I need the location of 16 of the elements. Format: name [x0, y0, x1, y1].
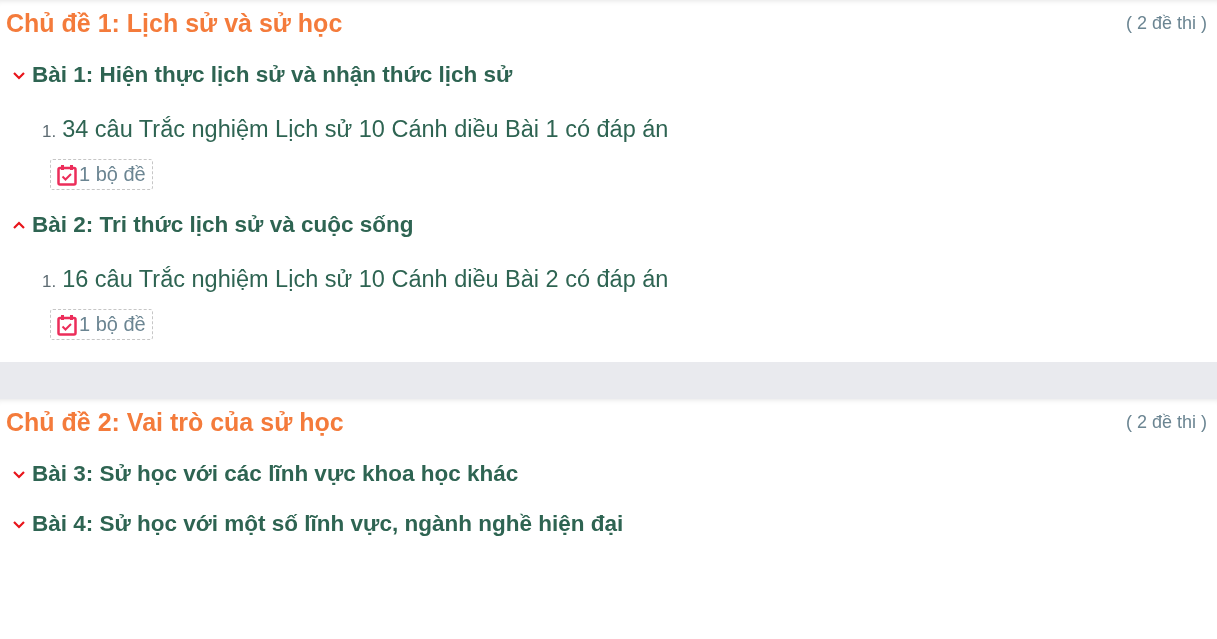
item-number: 1. [42, 122, 57, 142]
lesson-title[interactable]: Bài 2: Tri thức lịch sử và cuộc sống [32, 212, 414, 238]
calendar-check-icon [57, 313, 77, 336]
lesson-title[interactable]: Bài 4: Sử học với một số lĩnh vực, ngành nghề hiện đại [32, 511, 624, 537]
calendar-check-icon [57, 163, 77, 186]
quiz-link[interactable]: 16 câu Trắc nghiệm Lịch sử 10 Cánh diều Bài 2 có đáp án [62, 266, 669, 293]
quiz-link[interactable]: 34 câu Trắc nghiệm Lịch sử 10 Cánh diều Bài 1 có đáp án [62, 116, 669, 143]
item-number: 1. [42, 272, 57, 292]
exam-count: ( 2 đề thi ) [1125, 12, 1207, 34]
topic-title: Chủ đề 2: Vai trò của sử học [6, 407, 344, 437]
set-count-badge: 1 bộ đề [50, 159, 153, 190]
lesson-title[interactable]: Bài 1: Hiện thực lịch sử và nhận thức lịch sử [32, 62, 513, 88]
set-count-badge: 1 bộ đề [50, 309, 153, 340]
topic-title: Chủ đề 1: Lịch sử và sử học [6, 8, 343, 38]
exam-count: ( 2 đề thi ) [1125, 411, 1207, 433]
lesson-title[interactable]: Bài 3: Sử học với các lĩnh vực khoa học khác [32, 461, 519, 487]
